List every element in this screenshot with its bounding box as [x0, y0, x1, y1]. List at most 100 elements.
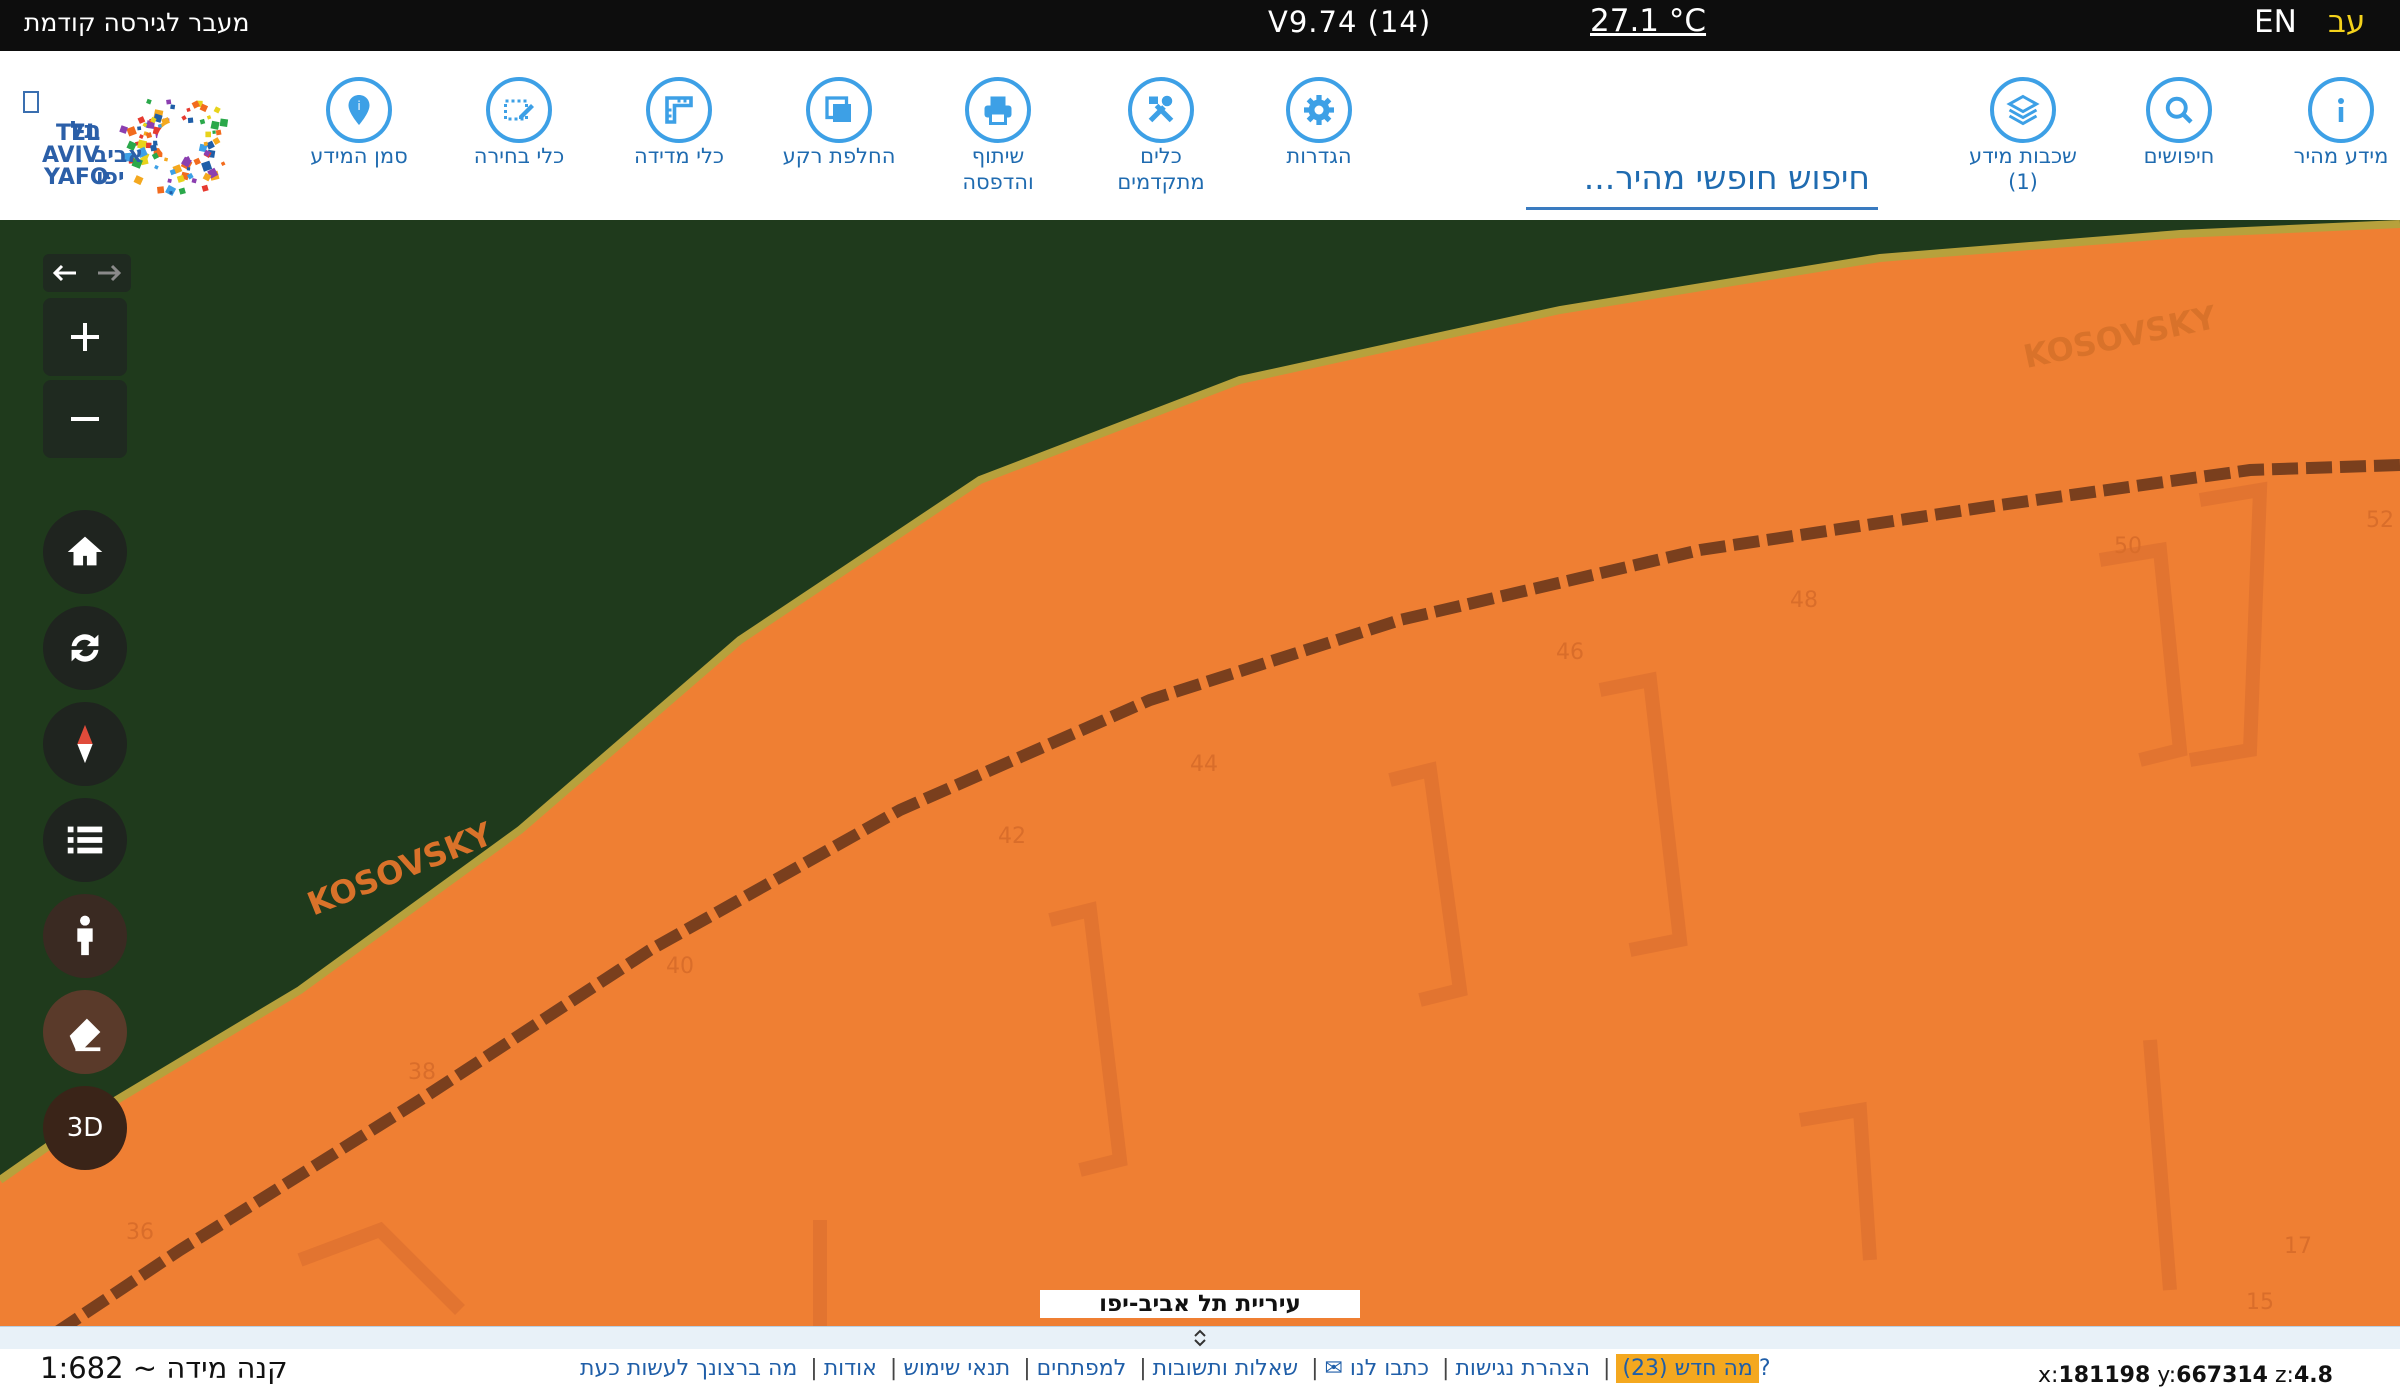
refresh-button[interactable]: [43, 606, 127, 690]
settings-tool[interactable]: הגדרות: [1244, 77, 1394, 169]
logo-mosaic-tile: [186, 107, 191, 113]
quick-info-tool[interactable]: מידע מהיר: [2266, 77, 2400, 169]
house-number: 15: [2246, 1290, 2274, 1315]
measure-tool[interactable]: כלי מדידה: [604, 77, 754, 169]
coord-x-label: x:: [2038, 1363, 2059, 1388]
quick-info-label: מידע מהיר: [2293, 144, 2389, 168]
about-link[interactable]: אודות: [824, 1356, 877, 1381]
street-view-button[interactable]: [43, 894, 127, 978]
home-button[interactable]: [43, 510, 127, 594]
history-nav: [43, 254, 131, 292]
tel-aviv-logo[interactable]: תל AVIV TEL YAFO אביב יפו: [20, 78, 250, 202]
contact-link[interactable]: כתבו לנו ✉: [1325, 1356, 1430, 1381]
advanced-tools-label-2: מתקדמים: [1117, 170, 1205, 194]
logo-mosaic-tile: [187, 117, 194, 124]
logo-mosaic-tile: [119, 125, 128, 134]
accessibility-link[interactable]: הצהרת נגישות: [1455, 1356, 1590, 1381]
forward-arrow-icon[interactable]: [87, 254, 131, 292]
logo-mosaic-tile: [212, 130, 216, 134]
coord-x: 181198: [2058, 1363, 2151, 1388]
coordinates-readout: x:181198 y:667314 z:4.8: [2038, 1363, 2333, 1388]
searches-tool[interactable]: חיפושים: [2104, 77, 2254, 169]
svg-text:i: i: [357, 99, 360, 113]
searches-label: חיפושים: [2143, 144, 2215, 168]
logo-mosaic-tile: [154, 164, 159, 170]
faq-link[interactable]: שאלות ותשובות: [1153, 1356, 1298, 1381]
back-arrow-icon[interactable]: [43, 254, 87, 292]
logo-mosaic-tile: [206, 115, 212, 120]
layers-tool[interactable]: שכבות מידע (1): [1948, 77, 2098, 195]
logo-mosaic-tile: [150, 144, 158, 152]
panel-resize-handle[interactable]: [0, 1326, 2400, 1350]
logo-mosaic-tile: [219, 118, 229, 127]
info-marker-tool[interactable]: i סמן המידע: [284, 77, 434, 169]
logo-mosaic-tile: [193, 157, 201, 166]
compass-icon: [77, 724, 93, 764]
logo-mosaic-tile: [163, 157, 169, 162]
city-logo-graphic: תל AVIV TEL YAFO אביב יפו: [23, 91, 229, 196]
layers-count: (1): [2008, 170, 2038, 194]
layers-label: שכבות מידע: [1969, 144, 2077, 168]
logo-mosaic-tile: [213, 106, 221, 114]
house-number: 38: [408, 1060, 436, 1085]
home-icon: [67, 536, 103, 566]
logo-mosaic-tile: [220, 161, 226, 167]
logo-he-3: יפו: [96, 165, 125, 190]
top-bar: מעבר לגירסה קודמת V9.74 (14) 27.1 °C EN …: [0, 0, 2400, 51]
lang-en-button[interactable]: EN: [2254, 4, 2297, 40]
logo-mosaic-tile: [212, 137, 221, 146]
toolbar: תל AVIV TEL YAFO אביב יפו i סמן המידע כל…: [0, 51, 2400, 220]
logo-mosaic-tile: [169, 190, 173, 195]
house-number: 48: [1790, 588, 1818, 613]
pin-icon: i: [326, 77, 392, 143]
house-number: 44: [1190, 752, 1218, 777]
logo-mosaic-tile: [157, 186, 165, 194]
basemap-icon: [806, 77, 872, 143]
refresh-icon: [71, 634, 99, 662]
measure-tool-label: כלי מדידה: [633, 144, 725, 168]
info-icon: [2308, 77, 2374, 143]
house-number: 40: [666, 954, 694, 979]
basemap-tool-label: החלפת רקע: [782, 144, 896, 168]
plus-icon: [71, 323, 99, 351]
house-number: 50: [2114, 534, 2142, 559]
gear-icon: [1286, 77, 1352, 143]
logo-mosaic-tile: [126, 126, 137, 137]
logo-mosaic-tile: [165, 184, 177, 196]
compass-button[interactable]: [43, 702, 127, 786]
previous-version-link[interactable]: מעבר לגירסה קודמת: [24, 8, 249, 37]
house-number: 17: [2284, 1234, 2312, 1259]
map-view[interactable]: KOSOVSKY KOSOVSKY 36 38 40 42 44 46 48 5…: [0, 220, 2400, 1326]
municipality-label: עיריית תל אביב-יפו: [1040, 1290, 1360, 1318]
terms-link[interactable]: תנאי שימוש: [903, 1356, 1010, 1381]
whats-new-link[interactable]: מה חדש (23): [1616, 1354, 1759, 1383]
logo-mosaic-tile: [181, 115, 187, 121]
lang-he-button[interactable]: עב: [2328, 4, 2365, 40]
zoom-out-button[interactable]: [43, 380, 127, 458]
share-print-tool[interactable]: שיתוף והדפסה: [923, 77, 1073, 195]
logo-mosaic-tile: [201, 184, 209, 192]
zoom-in-button[interactable]: [43, 298, 127, 376]
quick-search-input[interactable]: [1526, 151, 1878, 203]
temperature-link[interactable]: 27.1 °C: [1590, 3, 1706, 39]
house-number: 52: [2366, 508, 2394, 533]
basemap-tool[interactable]: החלפת רקע: [764, 77, 914, 169]
select-tool[interactable]: כלי בחירה: [444, 77, 594, 169]
logo-mosaic-tile: [146, 98, 152, 105]
minus-icon: [71, 417, 99, 421]
coord-z: 4.8: [2293, 1363, 2333, 1388]
status-bar: קנה מידה ~ 1:682 מה חדש (23)| הצהרת נגיש…: [0, 1349, 2400, 1392]
view-3d-button[interactable]: 3D: [43, 1086, 127, 1170]
share-print-label-1: שיתוף: [971, 144, 1025, 168]
advanced-tools-label-1: כלים: [1140, 144, 1182, 168]
legend-button[interactable]: [43, 798, 127, 882]
coord-z-label: z:: [2275, 1363, 2294, 1388]
coord-y: 667314: [2176, 1363, 2268, 1388]
logo-mosaic-tile: [133, 175, 144, 186]
eraser-icon: [69, 1018, 101, 1052]
eraser-button[interactable]: [43, 990, 127, 1074]
logo-mosaic-tile: [138, 134, 144, 139]
search-icon: [2146, 77, 2212, 143]
advanced-tools[interactable]: כלים מתקדמים: [1086, 77, 1236, 195]
developers-link[interactable]: למפתחים: [1037, 1356, 1127, 1381]
